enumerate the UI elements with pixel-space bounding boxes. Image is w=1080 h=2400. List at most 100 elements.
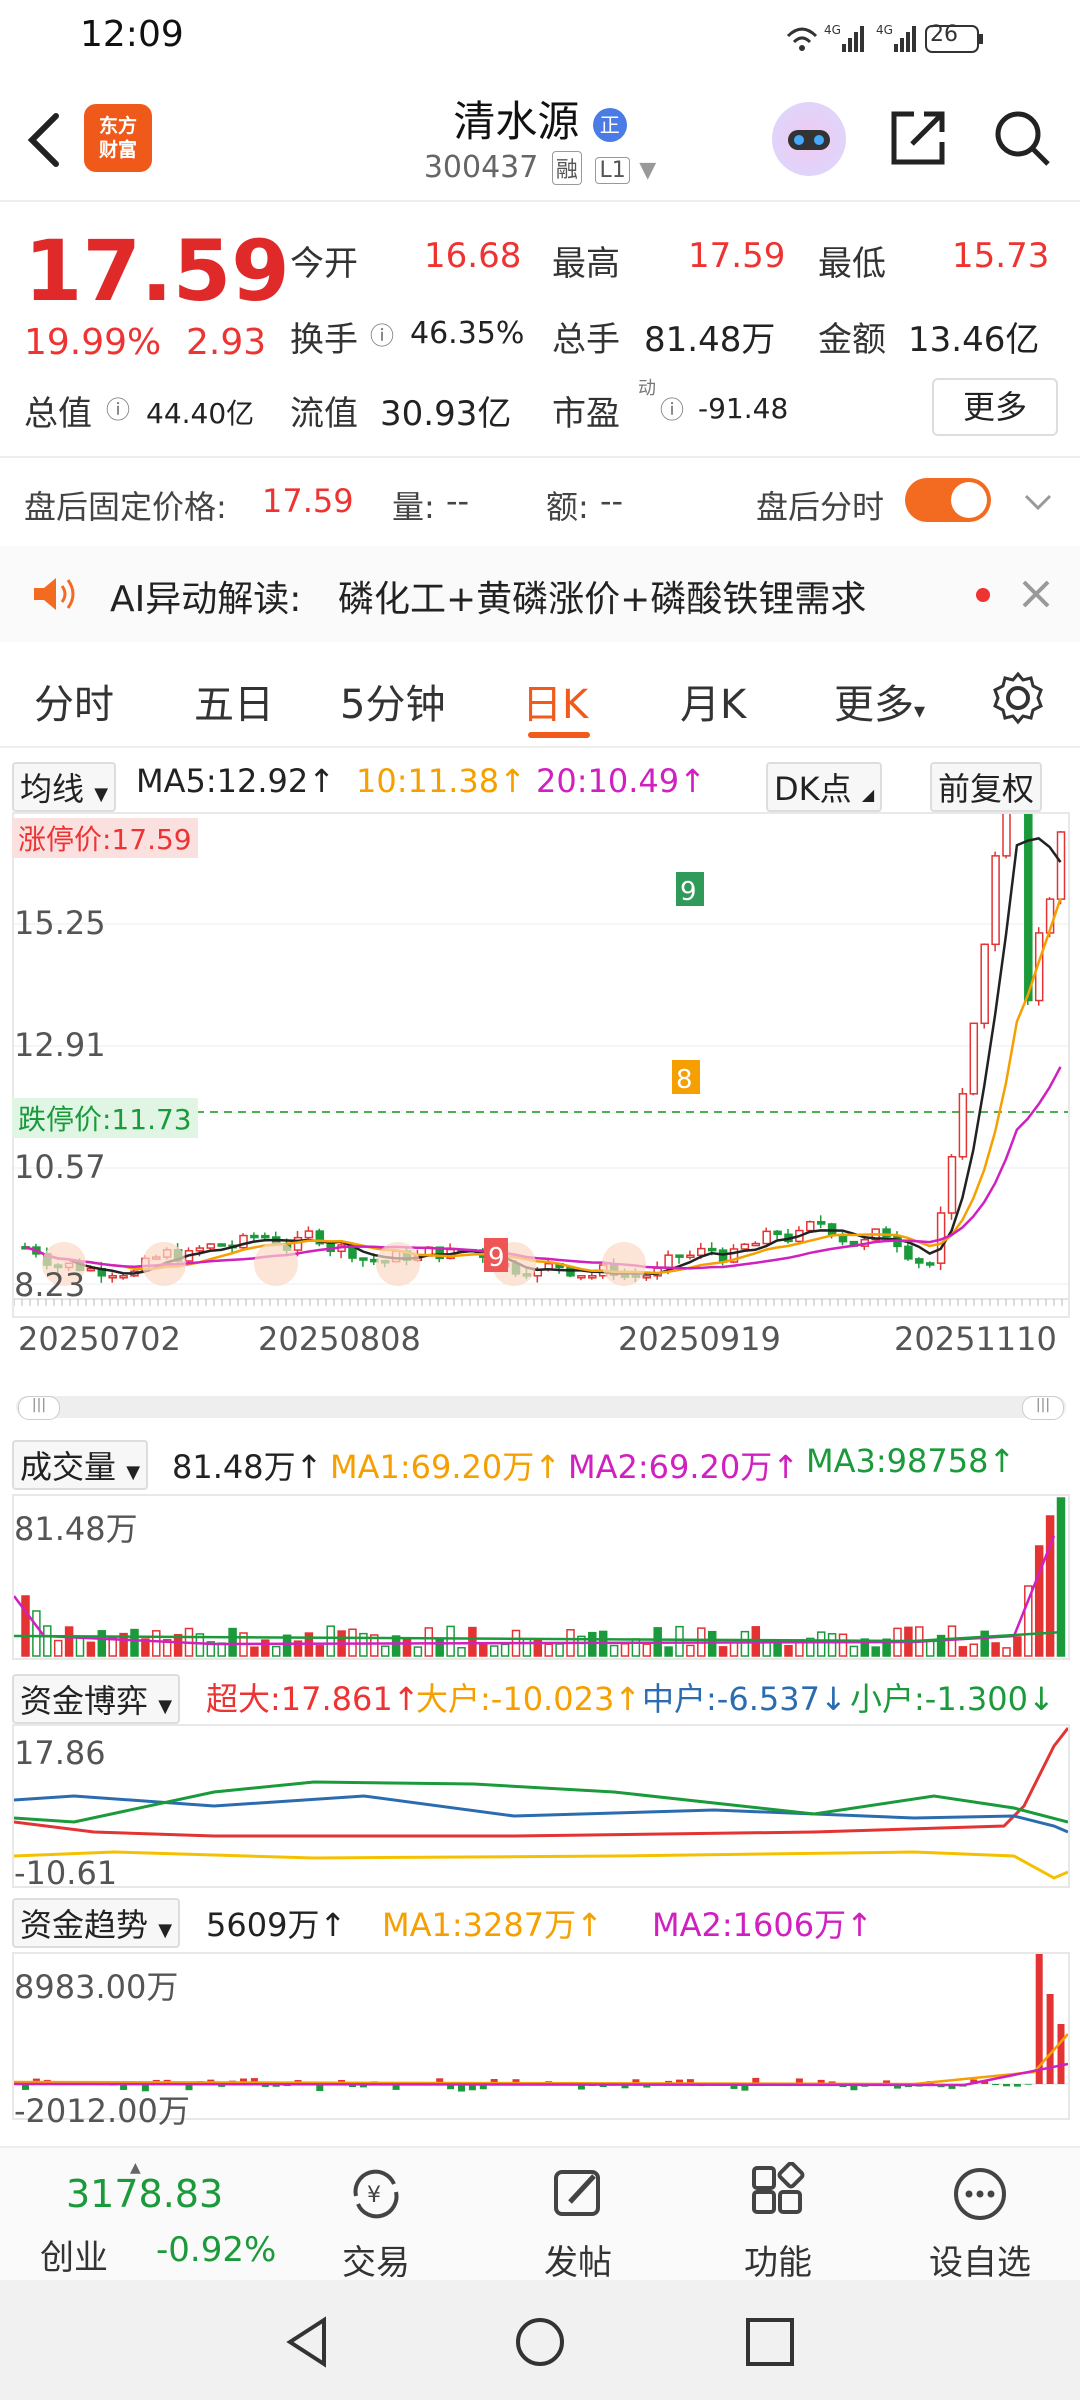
volume-bar: [969, 1643, 979, 1657]
candle: [686, 1254, 695, 1259]
large-line: [13, 1850, 1069, 1880]
nav-functions[interactable]: 功能: [698, 2161, 858, 2284]
volume-indicator-select[interactable]: 成交量 ▼: [12, 1440, 149, 1490]
candle: [304, 1230, 314, 1239]
fund-trend-select[interactable]: 资金趋势 ▼: [12, 1898, 181, 1948]
exchange-yen-icon: ¥: [353, 2169, 399, 2219]
fund-trend-bar: [1003, 2084, 1010, 2087]
tab-5min[interactable]: 5分钟: [340, 672, 445, 730]
volume-bar: [1002, 1647, 1011, 1657]
nav-trade[interactable]: ¥ 交易: [296, 2162, 456, 2284]
x-tick: 20250702: [18, 1320, 181, 1358]
candle: [980, 943, 989, 1025]
volume-bar: [740, 1630, 750, 1657]
gear-icon[interactable]: [990, 670, 1046, 726]
pe-superscript: 动: [638, 378, 656, 399]
amount-label: 金额: [818, 320, 886, 360]
fund-trend-ma2: MA2:1606万↑: [652, 1906, 873, 1944]
chevron-down-icon[interactable]: ▼: [639, 158, 656, 183]
high-label: 最高: [552, 244, 620, 284]
index-change[interactable]: -0.92%: [156, 2230, 276, 2270]
volume-bar: [1034, 1545, 1044, 1657]
x-tick: 20250919: [618, 1320, 781, 1358]
volume-bar: [21, 1595, 30, 1657]
adjust-select[interactable]: 前复权: [930, 762, 1043, 812]
tab-monthly-k[interactable]: 月K: [680, 672, 746, 730]
scroll-handle-right[interactable]: |||: [1022, 1396, 1064, 1420]
stock-code: 300437: [423, 150, 539, 185]
y-tick: 15.25: [14, 904, 106, 942]
nav-recents-icon[interactable]: [742, 2314, 798, 2370]
system-nav-bar: [0, 2280, 1080, 2400]
current-price: 17.59: [24, 222, 290, 320]
change-amount: 2.93: [186, 322, 267, 363]
volume-value: 81.48万: [644, 320, 776, 360]
candle: [664, 1254, 673, 1269]
search-icon[interactable]: [990, 106, 1054, 170]
dk-count-text: 8: [676, 1065, 693, 1095]
divider: [0, 456, 1080, 458]
fund-trend-top: 8983.00万: [14, 1968, 179, 2006]
volume-bar: [413, 1646, 423, 1657]
tab-daily-k[interactable]: 日K: [522, 672, 588, 730]
kline-chart[interactable]: 9 8 9: [12, 639, 1070, 1318]
close-icon[interactable]: [1020, 578, 1052, 610]
tab-more[interactable]: 更多▾: [834, 672, 925, 730]
candle: [250, 1234, 259, 1239]
volume-bar: [435, 1638, 444, 1657]
dk-point-select[interactable]: DK点 ◢: [766, 762, 883, 812]
candle: [947, 1156, 957, 1214]
volume-bar: [43, 1625, 52, 1657]
volume-ma3: MA3:98758↑: [806, 1442, 1016, 1480]
tab-five-day[interactable]: 五日: [194, 672, 274, 730]
nav-back-icon[interactable]: [282, 2314, 332, 2370]
volume-label: 总手: [552, 320, 620, 360]
after-hours-toggle[interactable]: [905, 478, 991, 522]
info-icon[interactable]: ⓘ: [660, 390, 684, 425]
volume-svg: [13, 1497, 1066, 1657]
svg-text:¥: ¥: [367, 2183, 381, 2208]
share-icon[interactable]: [886, 106, 950, 170]
open-label: 今开: [290, 244, 358, 284]
nav-add-watchlist[interactable]: 设自选: [900, 2162, 1060, 2284]
nav-post[interactable]: 发帖: [498, 2162, 658, 2284]
volume-chart[interactable]: [12, 1494, 1070, 1660]
margin-tag: 融: [551, 151, 582, 185]
candle: [904, 1245, 913, 1260]
limit-up-label: 涨停价:17.59: [12, 818, 198, 858]
candle: [588, 1275, 597, 1279]
volume-bar: [108, 1637, 117, 1657]
ma-indicator-select[interactable]: 均线 ▼: [12, 762, 117, 812]
volume-bar: [925, 1639, 935, 1657]
index-value[interactable]: 3178.83: [66, 2172, 223, 2216]
high-value: 17.59: [688, 236, 786, 276]
volume-bar: [838, 1633, 848, 1657]
volume-bar: [152, 1630, 161, 1657]
info-icon[interactable]: ⓘ: [106, 390, 130, 425]
ai-assistant-avatar[interactable]: [772, 102, 846, 176]
nav-home-icon[interactable]: [512, 2314, 568, 2370]
volume-bar: [53, 1639, 63, 1657]
index-name[interactable]: 创业: [40, 2230, 108, 2279]
fund-game-select[interactable]: 资金博弈 ▼: [12, 1674, 181, 1724]
volume-ma2: MA2:69.20万↑: [568, 1448, 800, 1486]
volume-bar: [816, 1631, 826, 1657]
scroll-handle-left[interactable]: |||: [18, 1396, 60, 1420]
ai-insight-banner[interactable]: AI异动解读: 磷化工+黄磷涨价+磷酸铁锂需求: [0, 546, 1080, 642]
info-icon[interactable]: ⓘ: [370, 316, 394, 351]
volume-bar: [479, 1643, 488, 1657]
tab-intraday[interactable]: 分时: [34, 672, 114, 730]
chevron-down-icon[interactable]: [1022, 490, 1054, 514]
after-hours-amt: --: [600, 482, 624, 520]
volume-bar: [75, 1637, 85, 1657]
dk-count-text: 9: [488, 1243, 505, 1273]
more-button[interactable]: 更多: [932, 378, 1058, 436]
chart-range-scrollbar[interactable]: ||| |||: [16, 1396, 1066, 1420]
candle: [697, 1247, 706, 1257]
fund-game-chart[interactable]: [12, 1724, 1070, 1888]
pe-value: -91.48: [698, 392, 789, 425]
ma10-line: [24, 898, 1062, 1275]
volume-bar: [827, 1633, 837, 1657]
fund-trend-bar: [1013, 2084, 1021, 2087]
ai-insight-text: 磷化工+黄磷涨价+磷酸铁锂需求: [338, 579, 867, 620]
